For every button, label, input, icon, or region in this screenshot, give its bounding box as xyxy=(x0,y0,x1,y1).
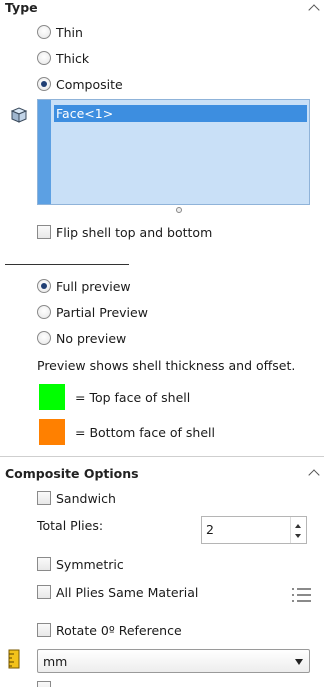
ply-list-icon[interactable] xyxy=(292,587,312,605)
selection-list-active-strip xyxy=(38,100,51,204)
dropdown-arrow-icon[interactable] xyxy=(295,659,303,665)
total-plies-spinner[interactable]: 2 xyxy=(201,516,307,544)
section-separator xyxy=(0,456,324,457)
radio-partial-preview[interactable] xyxy=(37,305,51,319)
bottom-face-color-swatch xyxy=(39,419,65,445)
flip-shell-checkbox[interactable] xyxy=(37,225,51,239)
type-section-title: Type xyxy=(5,0,38,15)
composite-options-title: Composite Options xyxy=(5,466,139,481)
collapse-type-chevron-icon[interactable] xyxy=(308,4,320,16)
radio-no-preview[interactable] xyxy=(37,331,51,345)
radio-thick[interactable] xyxy=(37,51,51,65)
radio-thick-label: Thick xyxy=(56,51,90,66)
flip-shell-label: Flip shell top and bottom xyxy=(56,225,213,240)
symmetric-checkbox[interactable] xyxy=(37,557,51,571)
units-dropdown[interactable]: mm xyxy=(37,649,310,673)
radio-composite-label: Composite xyxy=(56,77,123,92)
spinner-down-icon[interactable] xyxy=(295,534,301,538)
total-plies-label: Total Plies: xyxy=(37,518,104,533)
bottom-face-legend-label: = Bottom face of shell xyxy=(75,425,215,440)
top-face-legend-label: = Top face of shell xyxy=(75,390,191,405)
all-plies-same-material-checkbox[interactable] xyxy=(37,585,51,599)
face-selection-list[interactable]: Face<1> xyxy=(37,99,310,205)
section-divider xyxy=(5,264,129,265)
rotate-reference-label: Rotate 0º Reference xyxy=(56,623,182,638)
sandwich-checkbox[interactable] xyxy=(37,491,51,505)
ruler-icon xyxy=(8,649,20,669)
top-face-color-swatch xyxy=(39,384,65,410)
preview-description: Preview shows shell thickness and offset… xyxy=(37,358,296,373)
radio-no-preview-label: No preview xyxy=(56,331,127,346)
selected-face-item[interactable]: Face<1> xyxy=(54,105,307,122)
radio-full-preview[interactable] xyxy=(37,279,51,293)
resize-handle[interactable] xyxy=(176,207,182,213)
symmetric-label: Symmetric xyxy=(56,557,124,572)
radio-composite[interactable] xyxy=(37,77,51,91)
radio-thin[interactable] xyxy=(37,25,51,39)
units-value: mm xyxy=(43,654,68,669)
spinner-up-icon[interactable] xyxy=(295,524,301,528)
collapse-composite-chevron-icon[interactable] xyxy=(308,469,320,481)
total-plies-value[interactable]: 2 xyxy=(206,522,214,537)
partially-visible-checkbox[interactable] xyxy=(37,681,51,687)
radio-partial-preview-label: Partial Preview xyxy=(56,305,148,320)
rotate-reference-checkbox[interactable] xyxy=(37,623,51,637)
radio-full-preview-label: Full preview xyxy=(56,279,131,294)
radio-thin-label: Thin xyxy=(56,25,83,40)
spinner-buttons[interactable] xyxy=(290,517,306,543)
face-selection-icon xyxy=(10,107,28,123)
sandwich-label: Sandwich xyxy=(56,491,116,506)
all-plies-same-material-label: All Plies Same Material xyxy=(56,585,199,600)
